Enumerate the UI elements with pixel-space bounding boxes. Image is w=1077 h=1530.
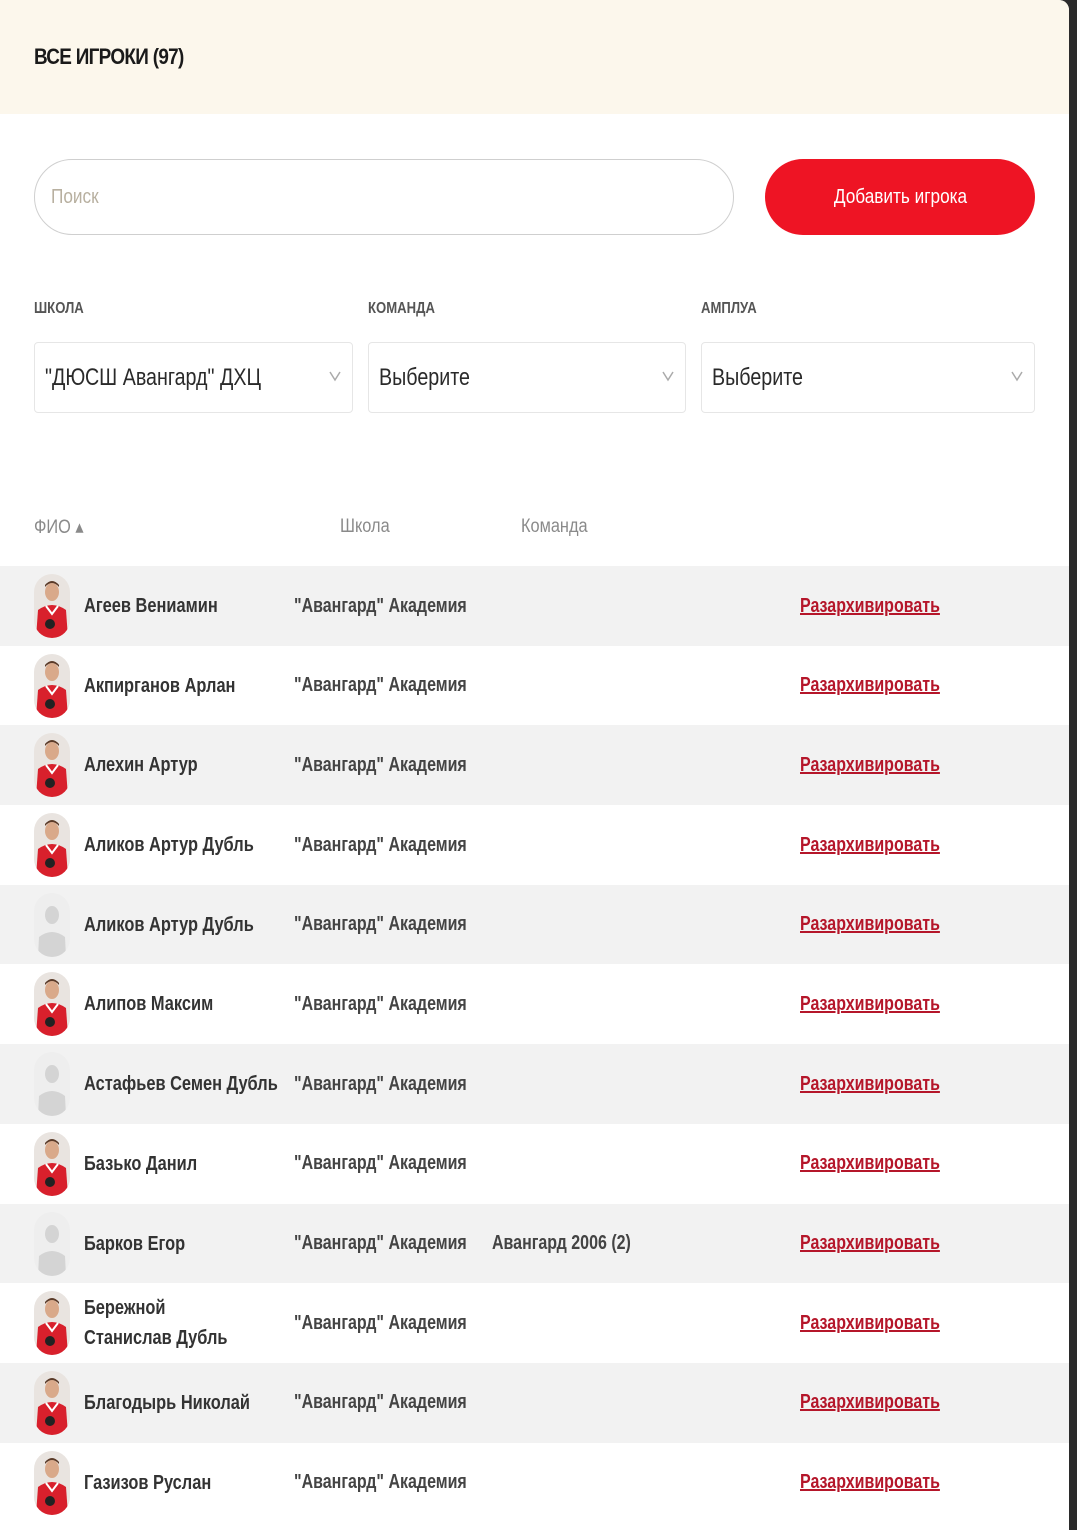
avatar (34, 1052, 70, 1117)
avatar (34, 1131, 70, 1196)
player-name: Бережной Станислав Дубль (84, 1297, 228, 1350)
player-name: Благодырь Николай (84, 1391, 250, 1414)
table-row: Газизов Руслан "Авангард" Академия Разархи… (0, 1443, 1069, 1523)
column-header-school[interactable]: Школа (340, 516, 390, 538)
unarchive-link[interactable]: Разархивировать (800, 805, 975, 885)
page-title: ВСЕ ИГРОКИ (97) (34, 44, 184, 69)
add-player-button[interactable]: Добавить игрока (765, 159, 1035, 235)
page-header: ВСЕ ИГРОКИ (97) (0, 0, 1069, 114)
unarchive-link[interactable]: Разархивировать (800, 1124, 975, 1204)
player-name: Аликов Артур Дубль (84, 834, 254, 857)
player-school: "Авангард" Академия (294, 1471, 467, 1494)
chevron-down-icon (662, 371, 674, 382)
player-name: Астафьев Семен Дубль (84, 1073, 278, 1096)
avatar (34, 574, 70, 638)
player-name: Агеев Вениамин (84, 595, 218, 617)
unarchive-link[interactable]: Разархивировать (800, 725, 975, 805)
school-select[interactable]: "ДЮСШ Авангард" ДХЦ (34, 342, 353, 413)
player-team: Авангард 2006 (2) (492, 1232, 631, 1254)
team-select-value: Выберите (379, 363, 470, 391)
avatar (34, 1370, 70, 1435)
player-school: "Авангард" Академия (294, 913, 467, 936)
table-row: Агеев Вениамин "Авангард" Академия Разархи… (0, 566, 1069, 646)
column-header-name[interactable]: ФИО ▴ (34, 516, 84, 539)
table-row: Базько Данил "Авангард" Академия Разархиви… (0, 1124, 1069, 1204)
table-row: Бережной Станислав Дубль "Авангард" Акаде… (0, 1283, 1069, 1363)
table-row: Алехин Артур "Авангард" Академия Разархиви… (0, 725, 1069, 806)
player-name: Акпирганов Арлан (84, 674, 236, 697)
team-select[interactable]: Выберите (368, 342, 686, 413)
players-page: ВСЕ ИГРОКИ (97) Поиск Добавить игрока ШК… (0, 0, 1069, 1530)
search-placeholder: Поиск (51, 185, 99, 208)
avatar (34, 1211, 70, 1276)
unarchive-link[interactable]: Разархивировать (800, 646, 975, 726)
avatar (34, 1291, 70, 1356)
player-name: Аликов Артур Дубль (84, 913, 254, 936)
avatar (34, 813, 70, 878)
player-name: Алипов Максим (84, 993, 214, 1016)
position-filter-label: АМПЛУА (701, 300, 757, 317)
avatar (34, 972, 70, 1037)
school-select-value: "ДЮСШ Авангард" ДХЦ (45, 363, 262, 391)
player-school: "Авангард" Академия (294, 1152, 467, 1175)
unarchive-link[interactable]: Разархивировать (800, 1363, 975, 1443)
player-name: Алехин Артур (84, 754, 198, 777)
search-input[interactable]: Поиск (34, 159, 734, 235)
position-select-value: Выберите (712, 363, 803, 391)
team-filter-label: КОМАНДА (368, 300, 435, 317)
avatar (34, 1450, 70, 1515)
table-row: Барков Егор "Авангард" Академия Авангард 2… (0, 1203, 1069, 1284)
player-school: "Авангард" Академия (294, 674, 467, 697)
players-table: Агеев Вениамин "Авангард" Академия Разархи… (0, 566, 1069, 1522)
player-name: Барков Егор (84, 1232, 186, 1255)
toolbar: Поиск Добавить игрока (34, 159, 1035, 235)
player-school: "Авангард" Академия (294, 753, 467, 776)
position-select[interactable]: Выберите (701, 342, 1035, 413)
player-school: "Авангард" Академия (294, 1232, 467, 1254)
add-player-button-label: Добавить игрока (833, 185, 967, 208)
unarchive-link[interactable]: Разархивировать (800, 1204, 975, 1284)
unarchive-link[interactable]: Разархивировать (800, 1044, 975, 1124)
player-name: Базько Данил (84, 1152, 198, 1175)
player-school: "Авангард" Академия (294, 594, 467, 617)
table-row: Алипов Максим "Авангард" Академия Разархив… (0, 964, 1069, 1044)
table-row: Благодырь Николай "Авангард" Академия Раза… (0, 1362, 1069, 1443)
unarchive-link[interactable]: Разархивировать (800, 1443, 975, 1523)
avatar (34, 733, 70, 798)
unarchive-link[interactable]: Разархивировать (800, 964, 975, 1044)
player-school: "Авангард" Академия (294, 1072, 467, 1095)
table-row: Акпирганов Арлан "Авангард" Академия Разар… (0, 646, 1069, 726)
table-row: Аликов Артур Дубль "Авангард" Академия Раз… (0, 805, 1069, 885)
player-school: "Авангард" Академия (294, 833, 467, 856)
avatar (34, 653, 70, 718)
player-school: "Авангард" Академия (294, 992, 467, 1015)
player-name: Газизов Руслан (84, 1471, 212, 1494)
player-school: "Авангард" Академия (294, 1311, 467, 1334)
table-row: Астафьев Семен Дубль "Авангард" Академия Р… (0, 1044, 1069, 1124)
school-filter-label: ШКОЛА (34, 300, 84, 317)
chevron-down-icon (329, 371, 341, 382)
unarchive-link[interactable]: Разархивировать (800, 1283, 975, 1363)
avatar (34, 892, 70, 957)
player-school: "Авангард" Академия (294, 1391, 467, 1414)
table-row: Аликов Артур Дубль "Авангард" Академия Раз… (0, 884, 1069, 965)
column-header-team[interactable]: Команда (521, 516, 588, 538)
unarchive-link[interactable]: Разархивировать (800, 566, 975, 646)
unarchive-link[interactable]: Разархивировать (800, 885, 975, 965)
chevron-down-icon (1011, 371, 1023, 382)
